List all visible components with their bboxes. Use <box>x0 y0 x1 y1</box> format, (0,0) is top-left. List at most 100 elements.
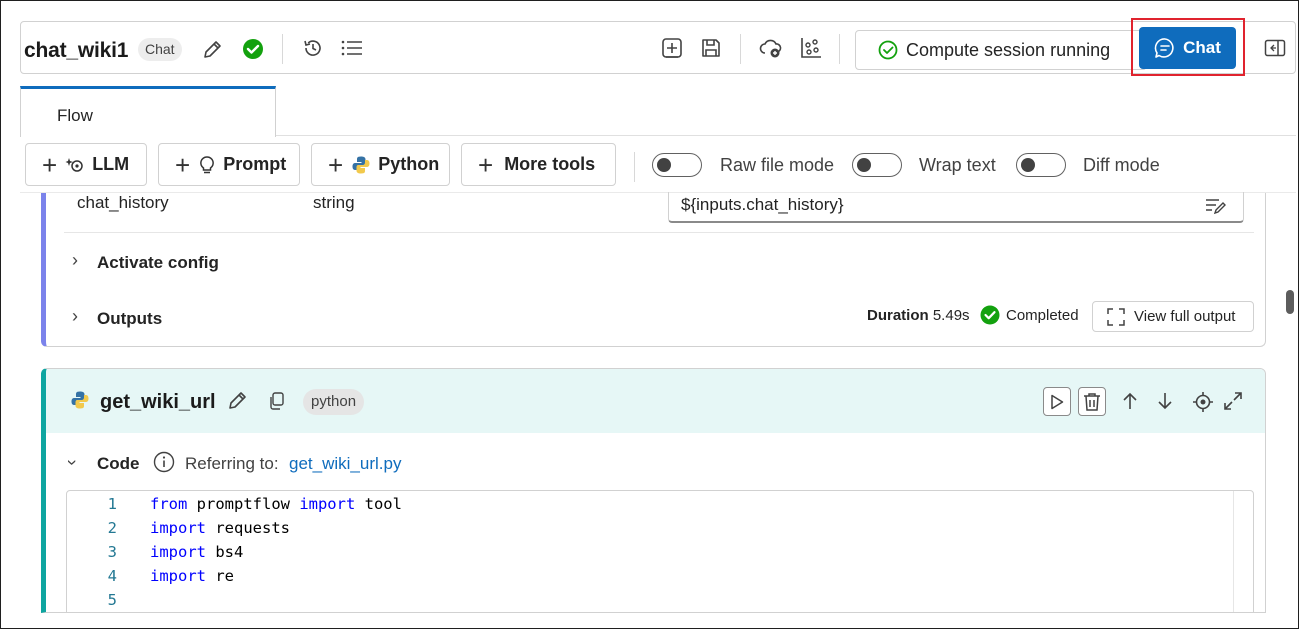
header-divider <box>740 34 741 64</box>
activate-config-header[interactable]: Activate config <box>97 253 219 273</box>
expand-frame-icon <box>1107 307 1125 326</box>
input-name-cell: chat_history <box>77 193 169 212</box>
row-divider <box>64 232 1254 233</box>
compute-session-button[interactable]: Compute session running <box>855 30 1147 70</box>
history-icon[interactable] <box>302 37 324 59</box>
view-full-output-button[interactable]: View full output <box>1092 301 1254 332</box>
rename-pencil-icon[interactable] <box>226 390 248 412</box>
python-icon <box>71 391 89 409</box>
wrap-text-toggle[interactable] <box>852 153 902 177</box>
diff-mode-toggle[interactable] <box>1016 153 1066 177</box>
plus-icon: + <box>478 149 494 180</box>
compute-status-label: Compute session running <box>906 39 1111 60</box>
code-text: import bs4 <box>150 543 244 561</box>
python-icon <box>352 156 370 173</box>
panel-toggle-icon[interactable] <box>1264 39 1286 57</box>
llm-node-card: chat_history string ${inputs.chat_histor… <box>41 192 1266 347</box>
wrap-text-label: Wrap text <box>919 155 996 175</box>
trash-icon <box>1084 392 1100 411</box>
chevron-right-icon[interactable]: › <box>72 250 78 271</box>
raw-file-mode-toggle[interactable] <box>652 153 702 177</box>
node-toolbar: + LLM + Prompt + Python + More tools Raw… <box>20 137 1296 193</box>
duration-label: Duration <box>867 307 929 324</box>
expand-icon[interactable] <box>1223 391 1243 411</box>
raw-file-mode-label: Raw file mode <box>720 155 835 175</box>
input-value-text: ${inputs.chat_history} <box>681 195 844 214</box>
view-tabs: Flow <box>20 86 1296 137</box>
header-divider <box>839 34 840 64</box>
line-number: 4 <box>107 567 117 585</box>
add-node-icon[interactable] <box>661 37 683 59</box>
flow-type-chip: Chat <box>138 38 182 61</box>
toggle-knob <box>1021 158 1035 172</box>
plus-icon: + <box>328 149 344 180</box>
add-python-label: Python <box>378 154 440 174</box>
validated-check-icon <box>243 39 263 59</box>
add-prompt-label: Prompt <box>223 154 287 174</box>
lightbulb-icon <box>200 155 215 173</box>
add-llm-button[interactable]: + LLM <box>25 143 147 186</box>
completed-check-icon <box>980 305 1000 325</box>
line-number: 1 <box>107 495 117 513</box>
edit-text-icon[interactable] <box>1205 197 1227 215</box>
code-line: 3 import bs4 <box>67 543 1253 567</box>
input-value-field[interactable]: ${inputs.chat_history} <box>668 192 1244 223</box>
duration-readout: Duration 5.49s <box>867 307 970 324</box>
chat-button[interactable]: Chat <box>1139 27 1236 69</box>
info-icon[interactable] <box>153 451 175 473</box>
run-node-button[interactable] <box>1043 387 1071 416</box>
analytics-icon[interactable] <box>799 36 823 60</box>
copy-icon[interactable] <box>269 392 285 410</box>
line-number: 2 <box>107 519 117 537</box>
code-line: 4 import re <box>67 567 1253 591</box>
line-number: 3 <box>107 543 117 561</box>
tab-flow-label: Flow <box>57 106 93 125</box>
duration-value: 5.49s <box>932 307 970 324</box>
chat-button-label: Chat <box>1183 38 1221 57</box>
flow-header: chat_wiki1 Chat Compute session running … <box>20 18 1296 76</box>
delete-node-button[interactable] <box>1078 387 1106 416</box>
arrow-up-icon[interactable] <box>1122 392 1138 410</box>
code-editor[interactable]: 1 from promptflow import tool 2 import r… <box>66 490 1254 612</box>
code-line: 1 from promptflow import tool <box>67 495 1253 519</box>
add-prompt-button[interactable]: + Prompt <box>158 143 300 186</box>
more-tools-button[interactable]: + More tools <box>461 143 616 186</box>
toggle-knob <box>857 158 871 172</box>
source-file-link[interactable]: get_wiki_url.py <box>289 454 401 474</box>
header-divider <box>282 34 283 64</box>
chat-bubble-icon <box>1154 38 1174 58</box>
plus-icon: + <box>42 149 58 180</box>
add-python-button[interactable]: + Python <box>311 143 450 186</box>
chevron-down-icon[interactable]: › <box>62 460 83 466</box>
line-number: 5 <box>107 591 117 609</box>
status-badge: Completed <box>980 305 1079 325</box>
llm-icon <box>65 157 83 172</box>
python-node-header: get_wiki_url python <box>46 369 1265 433</box>
status-text: Completed <box>1006 306 1079 324</box>
input-type-cell: string <box>313 193 355 212</box>
code-section-header[interactable]: Code <box>97 454 140 474</box>
list-view-icon[interactable] <box>340 38 364 58</box>
arrow-down-icon[interactable] <box>1157 392 1173 410</box>
tab-flow[interactable]: Flow <box>20 86 276 137</box>
play-icon <box>1051 394 1064 409</box>
chevron-right-icon[interactable]: › <box>72 306 78 327</box>
plus-icon: + <box>175 149 191 180</box>
code-line: 2 import requests <box>67 519 1253 543</box>
save-icon[interactable] <box>700 37 722 59</box>
more-tools-label: More tools <box>504 154 596 174</box>
view-full-output-label: View full output <box>1134 308 1236 325</box>
outputs-header[interactable]: Outputs <box>97 309 162 329</box>
page-scrollbar-thumb[interactable] <box>1286 290 1294 314</box>
edit-pencil-icon[interactable] <box>201 39 223 61</box>
add-llm-label: LLM <box>92 154 130 174</box>
referring-to-label: Referring to: <box>185 454 279 473</box>
toggle-knob <box>657 158 671 172</box>
node-type-chip: python <box>303 389 365 415</box>
toolbar-divider <box>634 152 635 182</box>
code-line: 5 <box>67 591 1253 612</box>
code-text: import requests <box>150 519 290 537</box>
locate-node-icon[interactable] <box>1192 391 1214 413</box>
cloud-sync-icon[interactable] <box>759 37 783 59</box>
python-node-card: get_wiki_url python › Code Referring to:… <box>41 368 1266 613</box>
